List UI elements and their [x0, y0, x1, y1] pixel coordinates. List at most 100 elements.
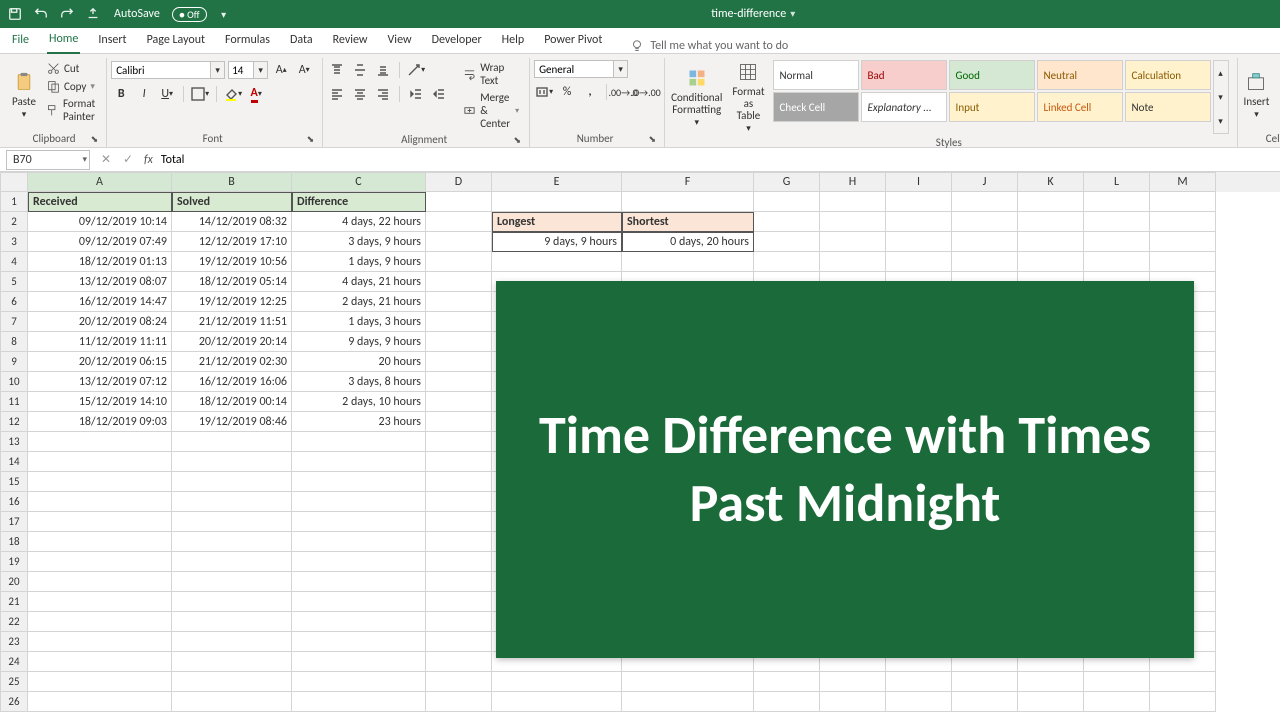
col-header-j[interactable]: J — [952, 172, 1018, 192]
row-header-12[interactable]: 12 — [0, 412, 28, 432]
row-header-20[interactable]: 20 — [0, 572, 28, 592]
cell-G26[interactable] — [754, 692, 820, 712]
tab-data[interactable]: Data — [288, 29, 315, 53]
cell-J3[interactable] — [952, 232, 1018, 252]
row-header-11[interactable]: 11 — [0, 392, 28, 412]
style-check-cell[interactable]: Check Cell — [773, 92, 859, 122]
cell-A23[interactable] — [28, 632, 172, 652]
cell-B13[interactable] — [172, 432, 292, 452]
font-color-button[interactable]: A▾ — [246, 84, 266, 104]
cell-B7[interactable]: 21/12/2019 11:51 — [172, 312, 292, 332]
col-header-f[interactable]: F — [622, 172, 754, 192]
cell-B6[interactable]: 19/12/2019 12:25 — [172, 292, 292, 312]
cell-B2[interactable]: 14/12/2019 08:32 — [172, 212, 292, 232]
alignment-launcher-icon[interactable]: ⬊ — [514, 135, 522, 146]
cell-A16[interactable] — [28, 492, 172, 512]
cell-C23[interactable] — [292, 632, 426, 652]
cell-F25[interactable] — [622, 672, 754, 692]
paste-button[interactable]: Paste▾ — [10, 60, 38, 130]
cell-J26[interactable] — [952, 692, 1018, 712]
cell-D1[interactable] — [426, 192, 492, 212]
cell-A26[interactable] — [28, 692, 172, 712]
touch-mode-icon[interactable] — [84, 5, 102, 23]
cell-M26[interactable] — [1150, 692, 1216, 712]
row-header-19[interactable]: 19 — [0, 552, 28, 572]
col-header-h[interactable]: H — [820, 172, 886, 192]
cell-B5[interactable]: 18/12/2019 05:14 — [172, 272, 292, 292]
increase-indent-icon[interactable] — [429, 84, 449, 104]
cell-A18[interactable] — [28, 532, 172, 552]
cell-C22[interactable] — [292, 612, 426, 632]
style-good[interactable]: Good — [949, 60, 1035, 90]
tell-me-search[interactable]: Tell me what you want to do — [630, 39, 788, 53]
row-header-2[interactable]: 2 — [0, 212, 28, 232]
cell-C7[interactable]: 1 days, 3 hours — [292, 312, 426, 332]
row-header-15[interactable]: 15 — [0, 472, 28, 492]
cell-D16[interactable] — [426, 492, 492, 512]
cell-A10[interactable]: 13/12/2019 07:12 — [28, 372, 172, 392]
row-header-25[interactable]: 25 — [0, 672, 28, 692]
cell-A2[interactable]: 09/12/2019 10:14 — [28, 212, 172, 232]
cell-A12[interactable]: 18/12/2019 09:03 — [28, 412, 172, 432]
cell-E4[interactable] — [492, 252, 622, 272]
cell-H26[interactable] — [820, 692, 886, 712]
cell-A13[interactable] — [28, 432, 172, 452]
style-calculation[interactable]: Calculation — [1125, 60, 1211, 90]
cell-L25[interactable] — [1084, 672, 1150, 692]
cell-K1[interactable] — [1018, 192, 1084, 212]
cell-D17[interactable] — [426, 512, 492, 532]
font-name-select[interactable]: ▾ — [111, 61, 225, 79]
cell-B23[interactable] — [172, 632, 292, 652]
cell-D26[interactable] — [426, 692, 492, 712]
number-format-select[interactable]: ▾ — [534, 60, 656, 78]
cell-L26[interactable] — [1084, 692, 1150, 712]
cell-D11[interactable] — [426, 392, 492, 412]
style-bad[interactable]: Bad — [861, 60, 947, 90]
cell-G3[interactable] — [754, 232, 820, 252]
cell-I25[interactable] — [886, 672, 952, 692]
wrap-text-button[interactable]: Wrap Text — [461, 60, 521, 88]
cell-B25[interactable] — [172, 672, 292, 692]
cell-H3[interactable] — [820, 232, 886, 252]
cell-C1[interactable]: Difference — [292, 192, 426, 212]
styles-gallery-scroll[interactable]: ▴▾▾ — [1213, 60, 1229, 134]
row-header-4[interactable]: 4 — [0, 252, 28, 272]
cell-C5[interactable]: 4 days, 21 hours — [292, 272, 426, 292]
cell-B9[interactable]: 21/12/2019 02:30 — [172, 352, 292, 372]
insert-cells-button[interactable]: Insert▾ — [1242, 60, 1272, 130]
row-header-18[interactable]: 18 — [0, 532, 28, 552]
cell-D10[interactable] — [426, 372, 492, 392]
cell-B17[interactable] — [172, 512, 292, 532]
cell-D15[interactable] — [426, 472, 492, 492]
decrease-font-icon[interactable]: A▾ — [294, 60, 314, 80]
cell-D6[interactable] — [426, 292, 492, 312]
tab-developer[interactable]: Developer — [430, 29, 484, 53]
cell-A20[interactable] — [28, 572, 172, 592]
cell-A3[interactable]: 09/12/2019 07:49 — [28, 232, 172, 252]
increase-decimal-icon[interactable]: .00→.0 — [613, 82, 633, 102]
cell-I3[interactable] — [886, 232, 952, 252]
cell-B1[interactable]: Solved — [172, 192, 292, 212]
col-header-a[interactable]: A — [28, 172, 172, 192]
cell-F26[interactable] — [622, 692, 754, 712]
cell-K3[interactable] — [1018, 232, 1084, 252]
cell-A22[interactable] — [28, 612, 172, 632]
name-box[interactable]: B70▾ — [6, 150, 90, 170]
col-header-l[interactable]: L — [1084, 172, 1150, 192]
cell-I4[interactable] — [886, 252, 952, 272]
accounting-format-icon[interactable]: ▾ — [534, 82, 554, 102]
cell-C10[interactable]: 3 days, 8 hours — [292, 372, 426, 392]
cell-C15[interactable] — [292, 472, 426, 492]
cell-B21[interactable] — [172, 592, 292, 612]
underline-button[interactable]: U▾ — [157, 84, 177, 104]
cell-B22[interactable] — [172, 612, 292, 632]
cell-D19[interactable] — [426, 552, 492, 572]
row-header-3[interactable]: 3 — [0, 232, 28, 252]
cell-C3[interactable]: 3 days, 9 hours — [292, 232, 426, 252]
cell-B19[interactable] — [172, 552, 292, 572]
cell-C6[interactable]: 2 days, 21 hours — [292, 292, 426, 312]
tab-file[interactable]: File — [10, 29, 31, 53]
cell-L2[interactable] — [1084, 212, 1150, 232]
qat-more-icon[interactable]: ▾ — [215, 5, 233, 23]
cut-button[interactable]: Cut — [44, 60, 98, 76]
